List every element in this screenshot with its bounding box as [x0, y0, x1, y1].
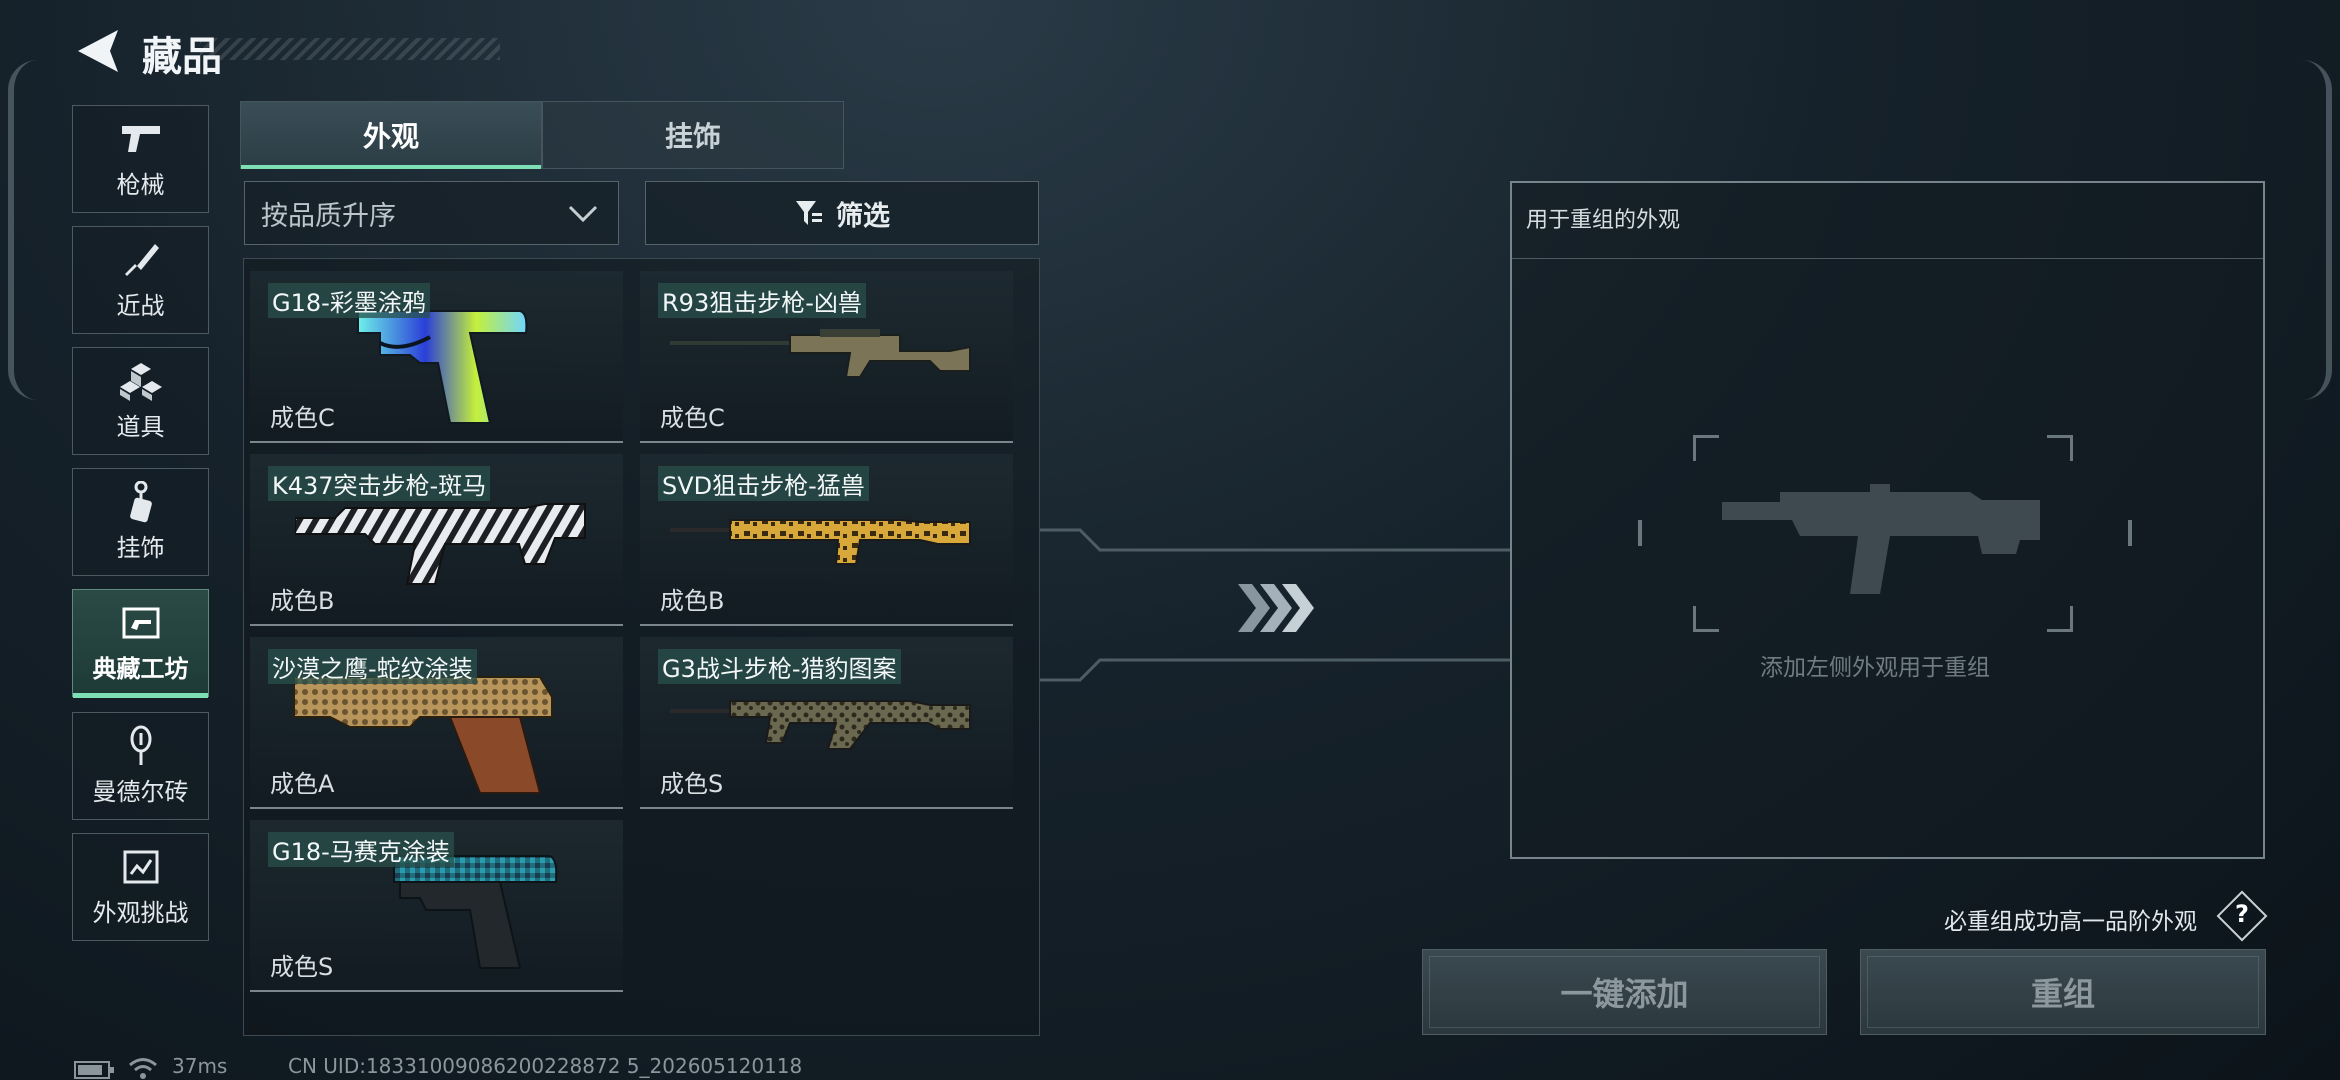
recombine-hint: 必重组成功高一品阶外观 [1944, 909, 2197, 935]
panel-placeholder-text: 添加左侧外观用于重组 [1760, 655, 1990, 681]
add-all-label: 一键添加 [1560, 975, 1689, 1013]
tab-appearance[interactable]: 外观 [240, 101, 542, 169]
weapon-image [670, 329, 971, 378]
sidebar-item-melee[interactable]: 近战 [72, 226, 209, 334]
item-name: G18-马赛克涂装 [268, 832, 454, 867]
frame-corner [1693, 435, 1719, 461]
sidebar-item-guns[interactable]: 枪械 [72, 105, 209, 213]
recombine-button[interactable]: 重组 [1860, 949, 2266, 1035]
sidebar-item-label: 外观挑战 [92, 898, 189, 927]
challenge-icon [119, 847, 163, 887]
frame-corner [1693, 606, 1719, 632]
item-card[interactable]: G18-马赛克涂装 成色S [250, 820, 623, 992]
title-decoration [200, 38, 500, 60]
cubes-icon [119, 361, 163, 401]
filter-label: 筛选 [836, 200, 890, 232]
item-card[interactable]: G3战斗步枪-猎豹图案 成色S [640, 637, 1013, 809]
sidebar-item-mandel-brick[interactable]: 曼德尔砖 [72, 712, 209, 820]
knife-icon [119, 240, 163, 280]
frame-corner [2047, 435, 2073, 461]
sort-value: 按品质升序 [261, 200, 396, 232]
rifle-placeholder-icon [1722, 484, 2040, 594]
frame-tick [1638, 520, 1642, 546]
item-name: G18-彩墨涂鸦 [268, 283, 430, 318]
sidebar-item-challenge[interactable]: 外观挑战 [72, 833, 209, 941]
item-grade: 成色A [270, 770, 335, 798]
weapon-image [670, 519, 971, 565]
tab-charms[interactable]: 挂饰 [542, 101, 844, 169]
chevron-arrows-icon [1238, 584, 1314, 632]
item-name: G3战斗步枪-猎豹图案 [658, 649, 901, 684]
item-card[interactable]: SVD狙击步枪-猛兽 成色B [640, 454, 1013, 626]
sort-dropdown[interactable]: 按品质升序 [244, 181, 619, 245]
item-card[interactable]: G18-彩墨涂鸦 成色C [250, 271, 623, 443]
sidebar-item-label: 近战 [116, 291, 165, 320]
add-all-button[interactable]: 一键添加 [1422, 949, 1827, 1035]
item-name: SVD狙击步枪-猛兽 [658, 466, 869, 501]
workshop-icon [119, 603, 163, 643]
item-card[interactable]: K437突击步枪-斑马 成色B [250, 454, 623, 626]
item-grade: 成色S [660, 770, 724, 798]
wifi-icon [129, 1058, 157, 1079]
chevron-down-icon [568, 205, 598, 223]
sidebar-item-charms[interactable]: 挂饰 [72, 468, 209, 576]
sidebar-item-label: 曼德尔砖 [92, 777, 189, 806]
battery-icon [74, 1061, 114, 1079]
frame-corner [2047, 606, 2073, 632]
item-name: R93狙击步枪-凶兽 [658, 283, 866, 318]
weapon-image [670, 700, 971, 750]
frame-right-arc [2292, 60, 2332, 400]
recombine-label: 重组 [2030, 975, 2095, 1013]
panel-title: 用于重组的外观 [1526, 208, 1681, 233]
sidebar-item-label: 枪械 [116, 170, 165, 199]
charm-icon [119, 480, 163, 522]
frame-left-arc [8, 60, 48, 400]
panel-divider [1512, 258, 2263, 259]
page-title: 藏品 [142, 34, 222, 80]
weapon-image [295, 503, 586, 585]
item-name: 沙漠之鹰-蛇纹涂装 [268, 649, 477, 684]
pistol-icon [119, 119, 163, 159]
item-grade: 成色B [270, 587, 335, 615]
item-grade: 成色S [270, 953, 334, 981]
sidebar-item-props[interactable]: 道具 [72, 347, 209, 455]
sidebar-item-label: 道具 [116, 412, 165, 441]
item-card[interactable]: 沙漠之鹰-蛇纹涂装 成色A [250, 637, 623, 809]
filter-button[interactable]: 筛选 [645, 181, 1039, 245]
item-grade: 成色C [270, 404, 335, 432]
filter-icon [796, 201, 822, 225]
item-card[interactable]: R93狙击步枪-凶兽 成色C [640, 271, 1013, 443]
back-arrow-icon [78, 30, 118, 72]
sidebar-item-label: 挂饰 [116, 533, 165, 562]
help-icon: ? [2235, 900, 2249, 928]
item-grade: 成色C [660, 404, 725, 432]
key-icon [119, 725, 163, 766]
sidebar-item-label: 典藏工坊 [92, 654, 189, 683]
uid-readout: CN UID:18331009086200228872 5_2026051201… [288, 1054, 803, 1078]
ping-readout: 37ms [172, 1054, 228, 1078]
sidebar-item-workshop[interactable]: 典藏工坊 [72, 589, 209, 698]
item-grade: 成色B [660, 587, 725, 615]
back-button[interactable] [70, 26, 126, 76]
item-name: K437突击步枪-斑马 [268, 466, 491, 501]
frame-tick [2128, 520, 2132, 546]
